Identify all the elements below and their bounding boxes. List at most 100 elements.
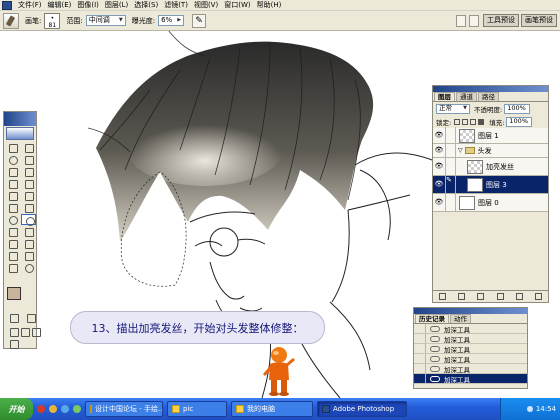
clone-stamp-tool-icon[interactable]	[5, 190, 20, 201]
layer-group-row[interactable]: 👁 ▽ 头发	[433, 142, 548, 159]
lock-position-icon[interactable]	[470, 118, 477, 125]
quick-mask-mode-icon[interactable]	[23, 312, 38, 323]
tab-history[interactable]: 历史记录	[415, 314, 449, 323]
eyedropper-tool-icon[interactable]	[21, 250, 36, 261]
exposure-input[interactable]: 6% ▶	[158, 15, 185, 26]
menu-file[interactable]: 文件(F)	[15, 0, 45, 10]
taskbar-task-active[interactable]: Adobe Photoshop	[317, 401, 407, 417]
screen-mode-full-icon[interactable]	[28, 326, 41, 337]
magic-wand-tool-icon[interactable]	[21, 154, 36, 165]
visibility-eye-icon[interactable]: 👁	[433, 142, 446, 159]
notes-tool-icon[interactable]	[5, 250, 20, 261]
type-tool-icon[interactable]	[21, 226, 36, 237]
airbrush-icon[interactable]: ✎	[192, 13, 207, 28]
menu-help[interactable]: 帮助(H)	[254, 0, 285, 10]
toolbox-titlebar[interactable]	[4, 112, 36, 126]
chevron-down-icon[interactable]: ▽	[458, 147, 463, 154]
blend-mode-select[interactable]: 正常 ▼	[436, 103, 470, 114]
screen-mode-standard-icon[interactable]	[6, 326, 19, 337]
standard-mode-icon[interactable]	[6, 312, 21, 323]
file-browser-icon[interactable]	[456, 14, 466, 27]
visibility-eye-icon[interactable]: 👁	[433, 194, 446, 211]
range-select[interactable]: 中间调 ▼	[85, 15, 126, 26]
menu-window[interactable]: 窗口(W)	[221, 0, 253, 10]
menu-edit[interactable]: 编辑(E)	[45, 0, 75, 10]
layer-mask-icon[interactable]	[458, 293, 466, 300]
slice-tool-icon[interactable]	[21, 166, 36, 177]
palette-well-tool-presets[interactable]: 工具预设	[483, 14, 519, 27]
layer-row[interactable]: 👁 加亮发丝	[433, 158, 548, 176]
lock-image-icon[interactable]	[462, 118, 469, 125]
taskbar-task[interactable]: pic	[167, 401, 227, 417]
screen-mode-full-menu-icon[interactable]	[17, 326, 30, 337]
quicklaunch-media-icon[interactable]	[73, 405, 81, 413]
taskbar-task[interactable]: 设计中国论坛 - 手绘...	[85, 401, 163, 417]
hand-tool-icon[interactable]	[5, 262, 20, 273]
jump-to-imageready-icon[interactable]	[6, 338, 21, 349]
palette-well-brushes[interactable]: 画笔预设	[521, 14, 557, 27]
visibility-eye-icon[interactable]: 👁	[433, 158, 446, 175]
burn-tool-preset-icon[interactable]	[3, 12, 19, 29]
lock-transparency-icon[interactable]	[454, 118, 461, 125]
menu-filter[interactable]: 滤镜(T)	[161, 0, 191, 10]
menu-select[interactable]: 选择(S)	[131, 0, 161, 10]
layer-row[interactable]: 👁 图层 0	[433, 194, 548, 212]
trash-icon[interactable]	[534, 293, 542, 300]
brush-tool-icon[interactable]	[21, 178, 36, 189]
move-tool-icon[interactable]	[21, 142, 36, 153]
link-slot[interactable]	[446, 142, 456, 159]
photoshop-feather-icon[interactable]	[6, 127, 34, 140]
menu-layer[interactable]: 图层(L)	[102, 0, 131, 10]
start-button[interactable]: 开始	[0, 398, 33, 420]
link-slot[interactable]	[446, 194, 456, 211]
menu-image[interactable]: 图像(I)	[74, 0, 102, 10]
shape-tool-icon[interactable]	[21, 238, 36, 249]
zoom-tool-icon[interactable]	[21, 262, 36, 273]
tab-layers[interactable]: 图层	[434, 92, 455, 101]
quicklaunch-ie-icon[interactable]	[61, 405, 69, 413]
toggle-palettes-icon[interactable]	[469, 14, 479, 27]
menu-view[interactable]: 视图(V)	[191, 0, 221, 10]
tray-network-icon[interactable]	[526, 406, 533, 412]
marquee-tool-icon[interactable]	[5, 142, 20, 153]
history-item[interactable]: 加深工具	[414, 354, 527, 364]
photoshop-app-icon[interactable]	[2, 0, 12, 10]
blend-row: 正常 ▼ 不透明度: 100%	[433, 102, 548, 115]
brush-picker[interactable]: • 81	[44, 12, 61, 29]
history-brush-tool-icon[interactable]	[21, 190, 36, 201]
burn-tool-icon[interactable]	[21, 214, 36, 226]
visibility-eye-icon[interactable]: 👁	[433, 176, 446, 193]
layer-style-icon[interactable]	[439, 293, 447, 300]
crop-tool-icon[interactable]	[5, 166, 20, 177]
healing-brush-tool-icon[interactable]	[5, 178, 20, 189]
history-item[interactable]: 加深工具	[414, 334, 527, 344]
tab-actions[interactable]: 动作	[450, 314, 471, 323]
new-layer-icon[interactable]	[515, 293, 523, 300]
fill-input[interactable]: 100%	[506, 116, 533, 127]
history-item[interactable]: 加深工具	[414, 324, 527, 334]
lock-all-icon[interactable]	[478, 118, 485, 125]
gradient-tool-icon[interactable]	[21, 202, 36, 213]
adjustment-layer-icon[interactable]	[496, 293, 504, 300]
tab-channels[interactable]: 通道	[456, 92, 477, 101]
blur-tool-icon[interactable]	[5, 214, 20, 225]
new-set-icon[interactable]	[477, 293, 485, 300]
link-slot[interactable]	[446, 158, 456, 175]
layer-row-selected[interactable]: 👁 ✎ 图层 3	[433, 176, 548, 194]
history-item[interactable]: 加深工具	[414, 364, 527, 374]
quicklaunch-browser-icon[interactable]	[37, 405, 45, 413]
pen-tool-icon[interactable]	[5, 238, 20, 249]
range-value: 中间调	[88, 16, 110, 24]
opacity-input[interactable]: 100%	[504, 103, 531, 114]
eraser-tool-icon[interactable]	[5, 202, 20, 213]
brush-link-icon[interactable]: ✎	[446, 176, 456, 193]
quicklaunch-folder-icon[interactable]	[49, 405, 57, 413]
history-item-selected[interactable]: 加深工具	[414, 374, 527, 384]
foreground-color-swatch[interactable]	[7, 287, 21, 300]
clock[interactable]: 14:54	[536, 405, 556, 413]
path-selection-tool-icon[interactable]	[5, 226, 20, 237]
tab-paths[interactable]: 路径	[478, 92, 499, 101]
history-item[interactable]: 加深工具	[414, 344, 527, 354]
taskbar-task[interactable]: 我的电脑	[231, 401, 313, 417]
lasso-tool-icon[interactable]	[5, 154, 20, 165]
